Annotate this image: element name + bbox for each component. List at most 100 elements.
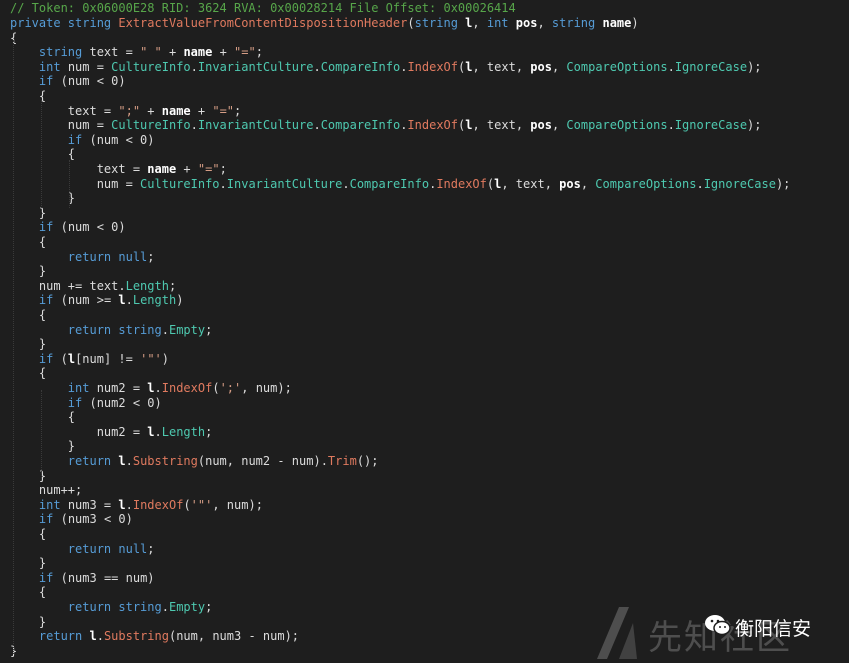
code-line: int num = CultureInfo.InvariantCulture.C… — [10, 59, 762, 75]
code-token: IndexOf — [407, 59, 459, 74]
code-token: } — [10, 264, 47, 279]
code-token: ";" — [118, 103, 141, 118]
wechat-icon — [705, 615, 731, 636]
code-token: . — [667, 59, 675, 74]
code-token: int — [38, 59, 68, 74]
code-token: pos — [530, 59, 552, 74]
code-token: IndexOf — [436, 176, 487, 191]
code-token: int — [67, 381, 97, 395]
code-token: l — [147, 424, 155, 439]
code-line: num++; — [10, 482, 82, 498]
code-token: if — [67, 132, 90, 147]
code-token: Trim — [327, 454, 357, 468]
code-token: InvariantCulture — [197, 59, 314, 74]
code-token: text = — [10, 103, 119, 118]
code-token: . — [667, 118, 675, 133]
code-line: if (num < 0) — [10, 132, 155, 148]
code-token: . — [125, 497, 133, 512]
code-token: (num < 0) — [60, 220, 126, 235]
code-token: string — [38, 45, 90, 60]
code-token: + — [161, 45, 184, 60]
code-token: + — [212, 45, 235, 60]
code-token: IndexOf — [161, 381, 213, 395]
code-editor[interactable]: // Token: 0x06000E28 RID: 3624 RVA: 0x00… — [0, 0, 849, 663]
code-line: } — [10, 263, 46, 279]
code-token: { — [10, 308, 47, 322]
code-line: string text = " " + name + "="; — [10, 44, 263, 60]
code-token: ( — [212, 381, 220, 395]
code-token: string — [67, 16, 119, 30]
code-token: if — [38, 570, 61, 585]
code-token: name — [602, 16, 632, 30]
code-token: ; — [205, 600, 213, 614]
code-token: { — [10, 527, 47, 541]
code-token: "=" — [197, 162, 220, 176]
code-token: + — [140, 103, 162, 118]
code-line: { — [10, 307, 46, 323]
code-token: if — [38, 512, 61, 527]
code-token: ; — [147, 249, 155, 264]
code-line: return l.Substring(num, num3 - num); — [10, 628, 299, 644]
code-token: int — [486, 16, 516, 30]
code-token: , num); — [241, 381, 292, 395]
code-token: l — [118, 293, 126, 308]
code-token: pos — [515, 16, 538, 30]
code-token: ) — [631, 16, 639, 30]
code-token: } — [10, 337, 47, 352]
code-token: . — [190, 118, 198, 133]
code-token: ';' — [219, 381, 242, 395]
code-token: . — [154, 424, 162, 439]
code-token: null — [118, 541, 148, 556]
code-token: private — [10, 16, 68, 30]
code-token: . — [154, 381, 162, 395]
code-token: num++; — [10, 483, 83, 498]
code-token: string — [551, 16, 603, 30]
code-line: if (num >= l.Length) — [10, 292, 184, 308]
code-line: if (num < 0) — [10, 73, 126, 89]
code-token: CompareInfo — [349, 176, 430, 191]
code-line: { — [10, 365, 46, 381]
code-token: ); — [747, 59, 762, 74]
code-token: . — [342, 176, 350, 191]
code-token: CultureInfo — [140, 176, 220, 191]
indent-guide — [69, 160, 71, 208]
code-token: IndexOf — [407, 118, 458, 133]
code-token: ); — [775, 176, 791, 191]
code-token: CultureInfo — [111, 59, 191, 74]
code-token: ) — [161, 351, 170, 366]
code-token: ; — [205, 424, 213, 439]
code-token: ; — [234, 103, 242, 118]
code-token: string — [118, 322, 162, 337]
code-token: return — [67, 322, 119, 337]
code-token: [num] != — [75, 351, 141, 366]
code-token: null — [118, 249, 148, 264]
code-token: { — [10, 235, 47, 249]
code-token: , — [537, 16, 552, 30]
code-line: text = ";" + name + "="; — [10, 103, 241, 119]
code-line: { — [10, 526, 46, 542]
code-token: . — [161, 322, 169, 337]
code-token: Length — [161, 424, 206, 439]
code-token: text = — [89, 45, 141, 60]
indent-guide — [41, 100, 43, 212]
code-token: return — [67, 600, 119, 614]
code-token: } — [10, 556, 47, 571]
code-line: if (num3 < 0) — [10, 511, 133, 527]
code-token: " " — [140, 45, 162, 60]
code-token: return — [67, 541, 119, 556]
code-token: . — [125, 293, 133, 308]
code-token: if — [38, 293, 61, 308]
code-line: { — [10, 234, 46, 250]
code-token: '"' — [140, 351, 162, 366]
code-token: + — [176, 162, 198, 176]
code-token: ; — [205, 322, 213, 337]
code-token: (num, num3 - num); — [168, 629, 300, 644]
code-line: return string.Empty; — [10, 599, 213, 615]
code-token: l — [118, 497, 126, 512]
code-token: num += text. — [10, 278, 126, 293]
